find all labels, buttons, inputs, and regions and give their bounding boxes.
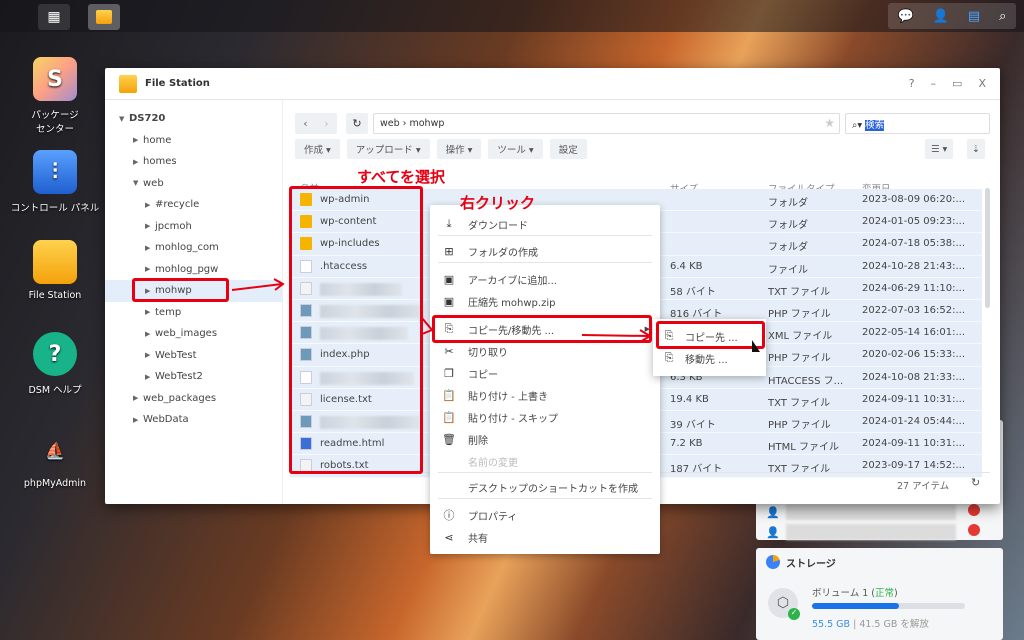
arrow-to-menu <box>421 317 434 335</box>
cursor-icon <box>752 340 760 352</box>
arrow-to-submenu <box>581 329 652 343</box>
annotation-arrows <box>231 278 760 352</box>
arrow-to-files <box>231 278 285 291</box>
